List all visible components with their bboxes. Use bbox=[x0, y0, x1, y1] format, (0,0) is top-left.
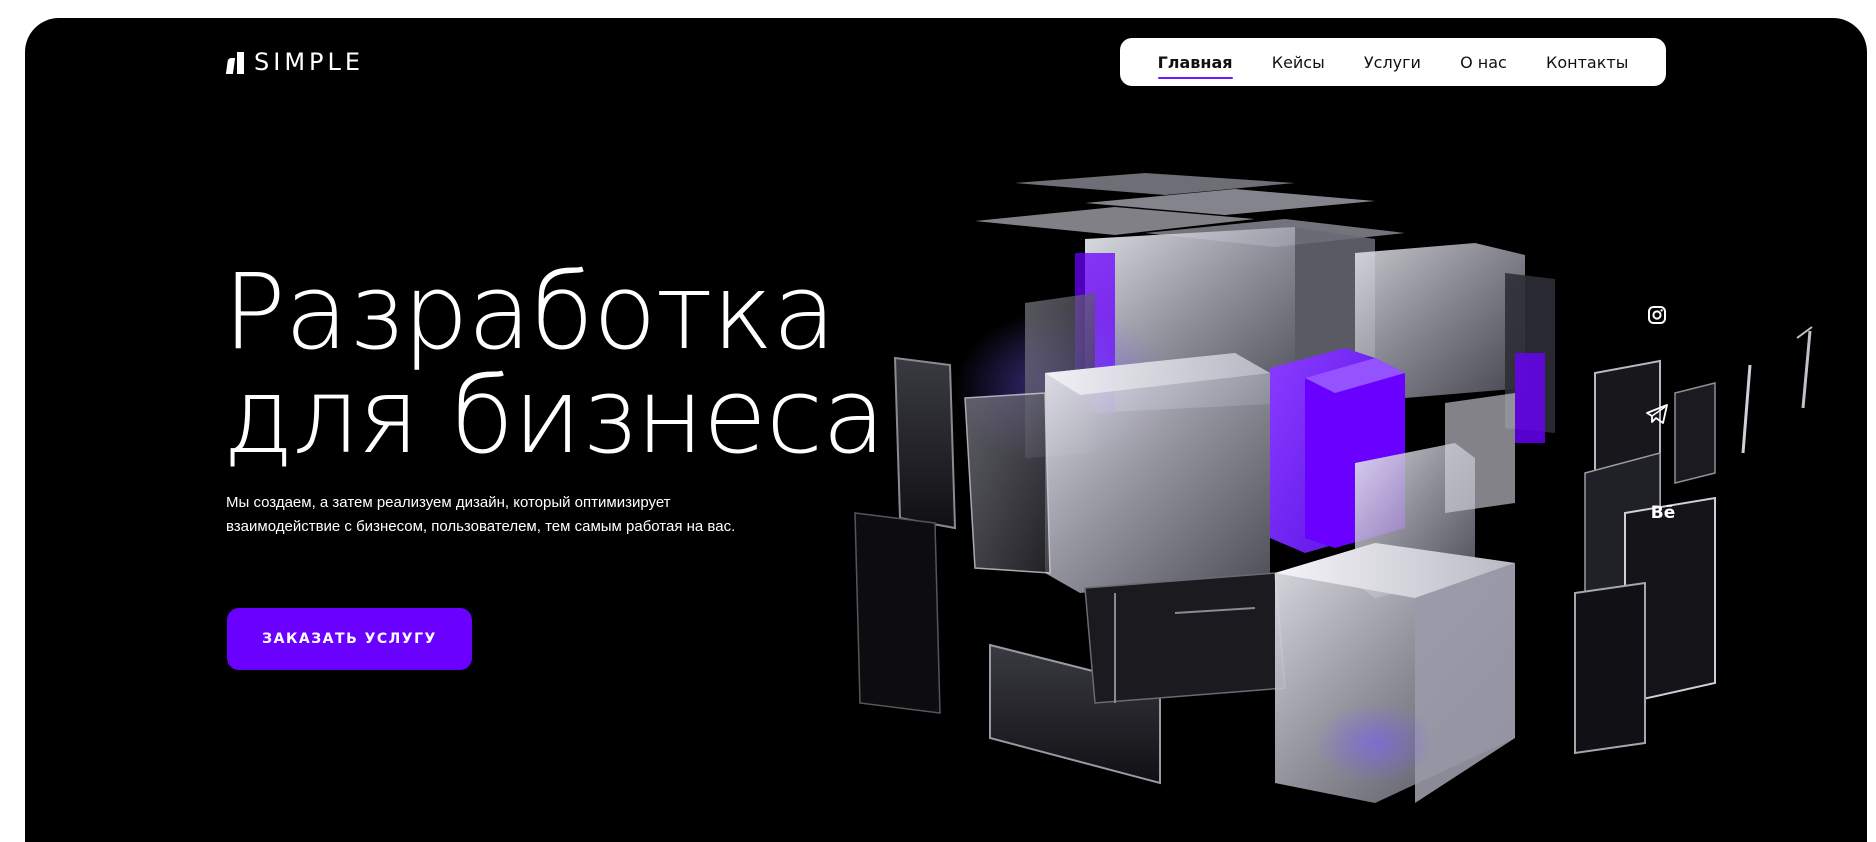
hero-section: SIMPLE Главная Кейсы Услуги О нас Контак… bbox=[25, 18, 1867, 842]
behance-icon[interactable]: Bē bbox=[1643, 499, 1683, 527]
nav-item-cases[interactable]: Кейсы bbox=[1272, 49, 1325, 76]
telegram-icon[interactable] bbox=[1643, 400, 1671, 428]
hero-title-line-1: Разработка bbox=[223, 251, 836, 373]
nav-item-contacts[interactable]: Контакты bbox=[1546, 49, 1628, 76]
nav-item-home[interactable]: Главная bbox=[1157, 49, 1233, 79]
nav-item-about[interactable]: О нас bbox=[1460, 49, 1507, 76]
hero-description: Мы создаем, а затем реализуем дизайн, ко… bbox=[226, 491, 846, 539]
hero-description-line-2: взаимодействие с бизнесом, пользователем… bbox=[226, 518, 736, 535]
hero-title-line-2: для бизнеса bbox=[223, 355, 886, 477]
hero-title: Разработка для бизнеса bbox=[223, 251, 886, 477]
logo-mark-icon bbox=[225, 50, 244, 74]
nav-item-services[interactable]: Услуги bbox=[1364, 49, 1421, 76]
logo[interactable]: SIMPLE bbox=[225, 48, 365, 76]
instagram-icon[interactable] bbox=[1643, 301, 1671, 329]
logo-text: SIMPLE bbox=[254, 48, 365, 76]
behance-label: Bē bbox=[1650, 503, 1676, 523]
order-service-button[interactable]: ЗАКАЗАТЬ УСЛУГУ bbox=[227, 608, 472, 670]
hero-description-line-1: Мы создаем, а затем реализуем дизайн, ко… bbox=[226, 494, 671, 511]
main-nav: Главная Кейсы Услуги О нас Контакты bbox=[1120, 38, 1666, 86]
hero-cube-illustration bbox=[854, 173, 1813, 803]
